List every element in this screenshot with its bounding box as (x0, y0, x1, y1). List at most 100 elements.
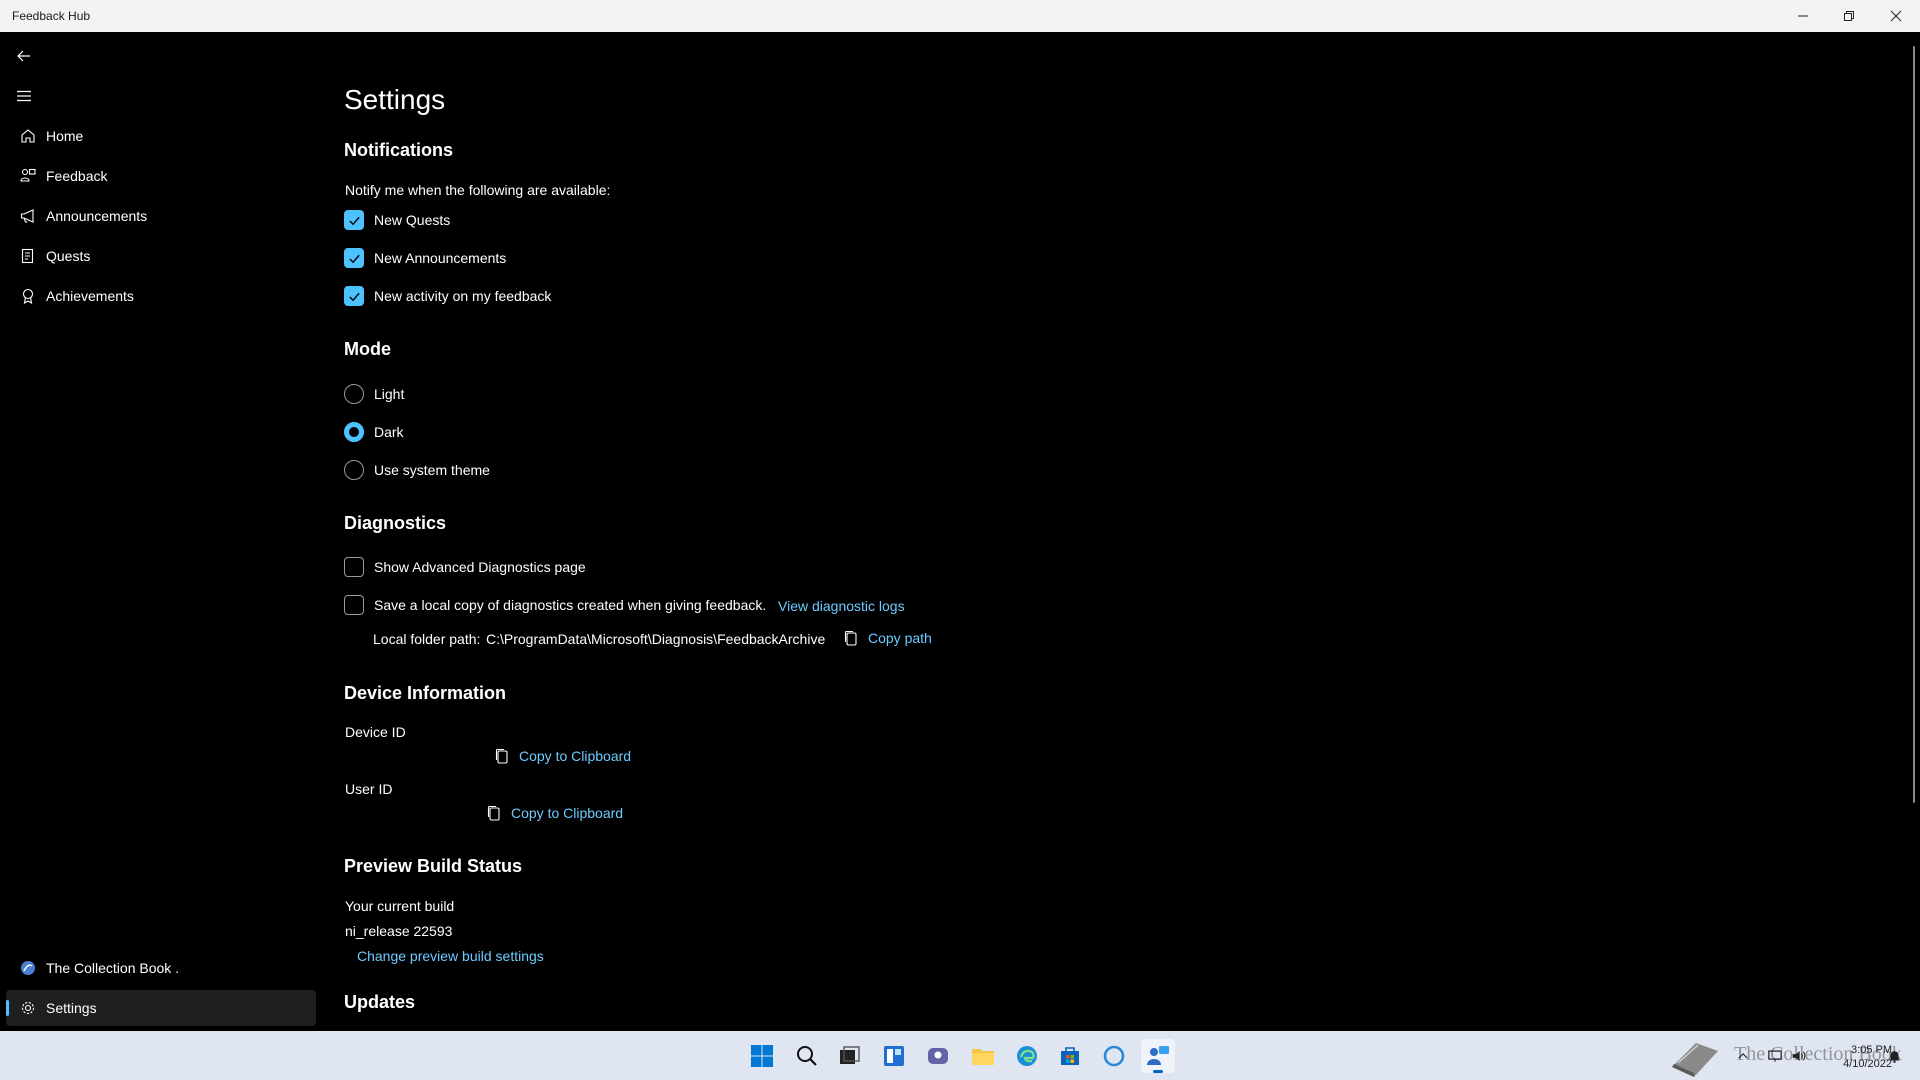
radio-system-theme[interactable]: Use system theme (344, 458, 490, 482)
mode-heading: Mode (344, 339, 391, 359)
page-title: Settings (344, 84, 446, 115)
nav-item-home[interactable]: Home (6, 118, 316, 154)
checkbox-unchecked[interactable] (344, 557, 364, 577)
checkbox-checked[interactable] (344, 286, 364, 306)
radio-button[interactable] (344, 384, 364, 404)
diagnostics-heading: Diagnostics (344, 513, 447, 533)
user-id-label: User ID (345, 781, 393, 797)
back-button[interactable] (12, 44, 36, 68)
chat-button[interactable] (921, 1039, 955, 1073)
checkbox-checked[interactable] (344, 248, 364, 268)
nav-item-achievements[interactable]: Achievements (6, 278, 316, 314)
chevron-up-icon (1738, 1053, 1748, 1059)
megaphone-icon (10, 208, 46, 224)
checkbox-label: Save a local copy of diagnostics created… (374, 597, 767, 613)
nav-item-quests[interactable]: Quests (6, 238, 316, 274)
vertical-scrollbar[interactable] (1913, 46, 1915, 803)
nav-item-label: Home (46, 128, 84, 144)
notification-bell-icon (1888, 1050, 1900, 1063)
display-tray-button[interactable] (1764, 1039, 1786, 1073)
checkbox-show-advanced-diagnostics[interactable]: Show Advanced Diagnostics page (344, 555, 586, 579)
task-view-icon (840, 1046, 860, 1064)
notifications-button[interactable] (1882, 1039, 1906, 1073)
checkbox-unchecked[interactable] (344, 595, 364, 615)
file-explorer-button[interactable] (966, 1039, 1000, 1073)
close-button[interactable] (1873, 0, 1919, 32)
nav-item-label: Feedback (46, 168, 108, 184)
feedback-icon (10, 168, 46, 184)
edge-button[interactable] (1010, 1039, 1044, 1073)
device-info-heading: Device Information (344, 683, 507, 703)
view-diagnostic-logs-link[interactable]: View diagnostic logs (778, 598, 905, 614)
back-arrow-icon (17, 50, 30, 62)
radio-button-selected[interactable] (344, 422, 364, 442)
widgets-button[interactable] (877, 1039, 911, 1073)
taskbar: The Collection Book 3:05 PM 4/10/2022 (0, 1031, 1920, 1080)
notifications-heading: Notifications (344, 140, 454, 160)
store-button[interactable] (1053, 1039, 1087, 1073)
nav-item-feedback[interactable]: Feedback (6, 158, 316, 194)
updates-heading: Updates (344, 992, 416, 1012)
quests-icon (10, 248, 46, 264)
navigation-pane: Home Feedback Announcements Quests Achie… (0, 32, 322, 1031)
checkbox-label: New activity on my feedback (374, 288, 552, 304)
nav-item-label: Quests (46, 248, 91, 264)
book-logo-icon (1668, 1033, 1722, 1079)
edge-browser-icon (1017, 1046, 1037, 1066)
change-preview-build-link[interactable]: Change preview build settings (357, 948, 544, 964)
restore-button[interactable] (1826, 0, 1872, 32)
nav-item-label: Achievements (46, 288, 134, 304)
monitor-icon (1768, 1050, 1782, 1062)
copy-path-label: Copy path (868, 630, 932, 646)
folder-path-label: Local folder path: (373, 631, 481, 647)
copy-to-clipboard-label: Copy to Clipboard (519, 748, 632, 764)
nav-item-label: Announcements (46, 208, 148, 224)
app-title: Feedback Hub (12, 9, 91, 23)
widgets-icon (884, 1046, 904, 1066)
checkbox-new-activity[interactable]: New activity on my feedback (344, 284, 551, 308)
checkbox-checked[interactable] (344, 210, 364, 230)
account-item[interactable]: The Collection Book . (6, 950, 316, 986)
checkbox-save-local-copy[interactable]: Save a local copy of diagnostics created… (344, 593, 766, 617)
radio-light[interactable]: Light (344, 382, 404, 406)
hamburger-menu-button[interactable] (12, 84, 36, 108)
checkbox-label: Show Advanced Diagnostics page (374, 559, 586, 575)
volume-button[interactable] (1788, 1039, 1810, 1073)
feedback-hub-icon (1147, 1046, 1169, 1065)
checkbox-new-announcements[interactable]: New Announcements (344, 246, 506, 270)
checkbox-new-quests[interactable]: New Quests (344, 208, 450, 232)
checkmark-icon (348, 292, 360, 301)
copy-path-button[interactable]: Copy path (843, 630, 932, 646)
build-value: ni_release 22593 (345, 923, 453, 939)
folder-icon (972, 1049, 994, 1065)
minimize-icon (1798, 15, 1808, 17)
checkmark-icon (348, 216, 360, 225)
task-view-button[interactable] (832, 1039, 866, 1073)
radio-dark[interactable]: Dark (344, 420, 404, 444)
copy-device-id-button[interactable]: Copy to Clipboard (494, 748, 631, 764)
copy-to-clipboard-label: Copy to Clipboard (511, 805, 624, 821)
cortana-button[interactable] (1097, 1039, 1131, 1073)
speaker-icon (1792, 1051, 1806, 1061)
folder-path-value: C:\ProgramData\Microsoft\Diagnosis\Feedb… (486, 631, 826, 647)
checkmark-icon (348, 254, 360, 263)
search-button[interactable] (790, 1039, 824, 1073)
show-hidden-icons-button[interactable] (1732, 1039, 1754, 1073)
avatar (10, 960, 46, 976)
feedback-hub-taskbar-button[interactable] (1141, 1039, 1175, 1073)
hamburger-icon (17, 90, 31, 102)
store-icon (1061, 1047, 1079, 1065)
checkbox-label: New Announcements (374, 250, 507, 266)
minimize-button[interactable] (1780, 0, 1826, 32)
start-button[interactable] (745, 1039, 779, 1073)
radio-button[interactable] (344, 460, 364, 480)
home-icon (10, 128, 46, 144)
achievement-icon (10, 288, 46, 304)
nav-item-announcements[interactable]: Announcements (6, 198, 316, 234)
nav-item-settings[interactable]: Settings (6, 990, 316, 1026)
nav-item-label: Settings (46, 1000, 97, 1016)
copy-user-id-button[interactable]: Copy to Clipboard (486, 805, 623, 821)
copy-icon (487, 805, 500, 821)
radio-label: Dark (374, 424, 404, 440)
current-build-label: Your current build (345, 898, 455, 914)
